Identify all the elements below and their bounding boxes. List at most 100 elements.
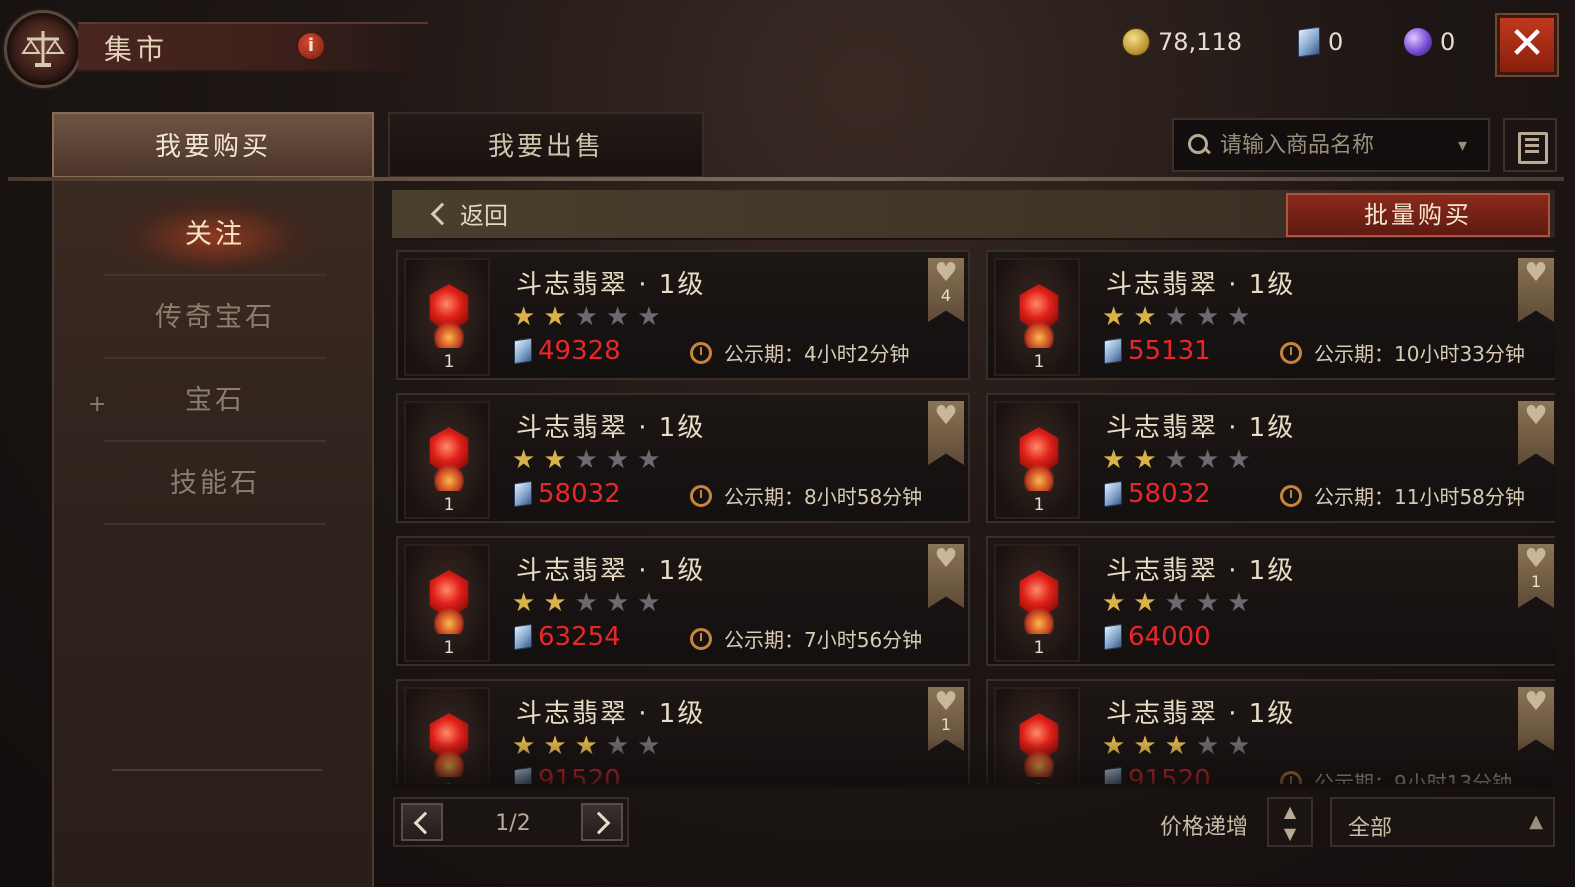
item-thumbnail[interactable]: 1 bbox=[404, 544, 490, 662]
favorite-bookmark[interactable]: ♥ bbox=[1518, 258, 1554, 322]
star-rating: ★ ★ ★ ★ ★ bbox=[1102, 302, 1251, 332]
heart-icon: ♥ bbox=[934, 401, 958, 431]
star-icon: ★ bbox=[1227, 445, 1251, 475]
star-rating: ★ ★ ★ ★ ★ bbox=[512, 731, 661, 761]
publicity-timer: 公示期：11小时58分钟 bbox=[1280, 481, 1525, 510]
item-quantity: 1 bbox=[443, 495, 455, 515]
favorite-bookmark[interactable]: ♥ 4 bbox=[928, 258, 964, 322]
sidebar-item-watchlist[interactable]: 关注 bbox=[104, 193, 326, 276]
favorite-bookmark[interactable]: ♥ bbox=[1518, 687, 1554, 751]
star-icon: ★ bbox=[637, 588, 661, 618]
item-thumbnail[interactable]: 1 bbox=[994, 258, 1080, 376]
star-icon: ★ bbox=[543, 302, 567, 332]
chevron-down-icon[interactable]: ▾ bbox=[1458, 135, 1467, 156]
listing-card[interactable]: 1 斗志翡翠 · 1级 ★ ★ ★ ★ ★ 55131 公示期：10小时33分钟 ♥ bbox=[986, 250, 1555, 380]
item-price: 58032 bbox=[514, 479, 621, 509]
star-icon: ★ bbox=[512, 302, 536, 332]
flame-icon bbox=[434, 751, 464, 777]
sidebar-item-gems[interactable]: 宝石 bbox=[104, 359, 326, 442]
item-quantity: 1 bbox=[1033, 495, 1045, 515]
favorite-bookmark[interactable]: ♥ 1 bbox=[1518, 544, 1554, 608]
listing-card[interactable]: 1 斗志翡翠 · 1级 ★ ★ ★ ★ ★ 64000 ♥ 1 bbox=[986, 536, 1555, 666]
timer-label: 公示期： bbox=[724, 342, 804, 366]
blue-crystal-icon bbox=[514, 766, 532, 784]
star-icon: ★ bbox=[637, 302, 661, 332]
next-page-button[interactable] bbox=[581, 803, 623, 841]
heart-icon: ♥ bbox=[934, 687, 958, 717]
prev-page-button[interactable] bbox=[401, 803, 443, 841]
quality-filter-select[interactable]: 全部 ▲ bbox=[1330, 797, 1555, 847]
timer-icon bbox=[1280, 484, 1302, 507]
item-quantity: 1 bbox=[1033, 352, 1045, 372]
star-icon: ★ bbox=[1195, 731, 1220, 761]
crystal-amount: 0 bbox=[1328, 28, 1344, 56]
favorite-bookmark[interactable]: ♥ bbox=[928, 401, 964, 465]
star-icon: ★ bbox=[1164, 302, 1188, 332]
orb-currency: 0 bbox=[1404, 28, 1455, 56]
search-input[interactable] bbox=[1220, 132, 1450, 158]
sort-toggle-button[interactable]: ▲ ▼ bbox=[1267, 797, 1313, 847]
item-thumbnail[interactable]: 1 bbox=[994, 401, 1080, 519]
info-icon[interactable]: i bbox=[296, 31, 326, 61]
timer-value: 10小时33分钟 bbox=[1394, 342, 1525, 366]
gold-amount: 78,118 bbox=[1158, 28, 1242, 56]
favorite-count: 1 bbox=[940, 715, 952, 734]
favorite-bookmark[interactable]: ♥ bbox=[1518, 401, 1554, 465]
star-rating: ★ ★ ★ ★ ★ bbox=[1102, 445, 1251, 475]
filter-list-button[interactable] bbox=[1503, 118, 1557, 172]
timer-value: 8小时58分钟 bbox=[804, 485, 923, 509]
listing-card[interactable]: 1 斗志翡翠 · 1级 ★★★★★ 91520 ♥ 1 bbox=[396, 679, 970, 784]
heart-icon: ♥ bbox=[1524, 687, 1548, 717]
item-price: 49328 bbox=[514, 336, 621, 366]
favorite-bookmark[interactable]: ♥ 1 bbox=[928, 687, 964, 751]
item-thumbnail[interactable]: 1 bbox=[994, 687, 1080, 784]
tab-buy[interactable]: 我要购买 bbox=[52, 112, 374, 178]
listing-card[interactable]: 1 斗志翡翠 · 1级 ★ ★ ★ ★ ★ 49328 公示期：4小时2分钟 ♥ 4 bbox=[396, 250, 970, 380]
item-name: 斗志翡翠 · 1级 bbox=[516, 556, 706, 586]
star-rating: ★ ★ ★ ★ ★ bbox=[512, 588, 661, 618]
listing-card[interactable]: 1 斗志翡翠 · 1级 ★ ★ ★ ★ ★ 58032 公示期：11小时58分钟 ♥ bbox=[986, 393, 1555, 523]
star-icon: ★ bbox=[1195, 588, 1220, 618]
back-button[interactable]: 返回 bbox=[428, 196, 508, 231]
star-icon: ★ bbox=[637, 445, 661, 475]
star-icon: ★ bbox=[543, 588, 567, 618]
sidebar-item-legendary-gems[interactable]: 传奇宝石 bbox=[104, 276, 326, 359]
item-thumbnail[interactable]: 1 bbox=[404, 687, 490, 784]
price-value: 58032 bbox=[538, 479, 621, 509]
star-icon: ★ bbox=[1102, 731, 1126, 761]
blue-crystal-icon bbox=[1104, 766, 1122, 784]
market-scale-icon bbox=[4, 10, 82, 88]
price-value: 91520 bbox=[538, 765, 621, 784]
item-thumbnail[interactable]: 1 bbox=[404, 401, 490, 519]
item-thumbnail[interactable]: 1 bbox=[994, 544, 1080, 662]
star-icon: ★ bbox=[1133, 588, 1157, 618]
item-quantity: 1 bbox=[406, 781, 492, 784]
item-thumbnail[interactable]: 1 bbox=[404, 258, 490, 376]
listing-card[interactable]: 1 斗志翡翠 · 1级 ★ ★ ★ ★ ★ 63254 公示期：7小时56分钟 ♥ bbox=[396, 536, 970, 666]
star-icon: ★ bbox=[1102, 588, 1126, 618]
star-icon: ★ bbox=[605, 302, 630, 332]
price-value: 64000 bbox=[1128, 622, 1211, 652]
sort-arrows-icon: ▲ ▼ bbox=[1283, 802, 1297, 843]
listing-card[interactable]: 1 斗志翡翠 · 1级 ★ ★ ★ ★ ★ 58032 公示期：8小时58分钟 ♥ bbox=[396, 393, 970, 523]
star-icon: ★ bbox=[543, 731, 567, 761]
flame-icon bbox=[434, 322, 464, 348]
blue-crystal-icon bbox=[1104, 623, 1122, 651]
search-icon bbox=[1186, 132, 1212, 158]
timer-icon bbox=[690, 627, 712, 650]
bulk-buy-button[interactable]: 批量购买 bbox=[1286, 193, 1550, 237]
tab-sell[interactable]: 我要出售 bbox=[388, 112, 704, 178]
flame-icon bbox=[1024, 322, 1054, 348]
favorite-bookmark[interactable]: ♥ bbox=[928, 544, 964, 608]
publicity-timer: 公示期：10小时33分钟 bbox=[1280, 338, 1525, 367]
listing-card[interactable]: 1 斗志翡翠 · 1级 ★★★★★ 91520 公示期：9小时13分钟 ♥ bbox=[986, 679, 1555, 784]
sidebar-item-skill-stones[interactable]: 技能石 bbox=[104, 442, 326, 525]
publicity-timer: 公示期：8小时58分钟 bbox=[690, 481, 922, 510]
timer-icon bbox=[1280, 341, 1302, 364]
item-quantity: 1 bbox=[1033, 638, 1045, 658]
favorite-count: 1 bbox=[1530, 572, 1542, 591]
timer-label: 公示期： bbox=[1314, 485, 1394, 509]
close-button[interactable]: ✕ bbox=[1497, 15, 1557, 75]
search-box[interactable]: ▾ bbox=[1172, 118, 1490, 172]
star-icon: ★ bbox=[543, 445, 567, 475]
